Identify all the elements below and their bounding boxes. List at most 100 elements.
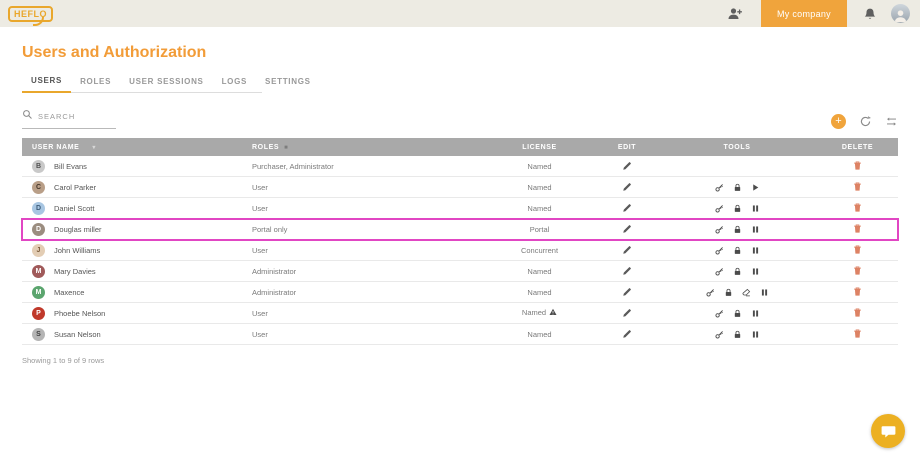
user-name: John Williams — [54, 246, 100, 255]
pause-icon[interactable] — [760, 288, 769, 297]
edit-pencil-icon[interactable] — [622, 327, 632, 342]
refresh-icon[interactable] — [859, 115, 872, 128]
delete-trash-icon[interactable] — [852, 201, 863, 216]
search-box — [22, 107, 116, 129]
tab-roles[interactable]: ROLES — [71, 72, 120, 92]
edit-pencil-icon[interactable] — [622, 306, 632, 321]
key-icon[interactable] — [715, 309, 724, 318]
user-license: Named — [482, 204, 597, 213]
tab-user-sessions[interactable]: USER SESSIONS — [120, 72, 212, 92]
user-license: Portal — [482, 225, 597, 234]
row-avatar: M — [32, 265, 45, 278]
tab-users[interactable]: USERS — [22, 72, 71, 93]
edit-pencil-icon[interactable] — [622, 180, 632, 195]
lock-icon[interactable] — [724, 288, 733, 297]
invite-user-icon[interactable] — [727, 6, 743, 22]
key-icon[interactable] — [715, 183, 724, 192]
delete-trash-icon[interactable] — [852, 285, 863, 300]
header-edit[interactable]: EDIT — [597, 144, 657, 151]
pause-icon[interactable] — [751, 225, 760, 234]
user-name: Douglas miller — [54, 225, 102, 234]
user-license: Named — [482, 288, 597, 297]
user-name: Phoebe Nelson — [54, 309, 105, 318]
user-roles: User — [252, 309, 482, 318]
table-row[interactable]: C Carol Parker User Named — [22, 177, 898, 198]
lock-icon[interactable] — [733, 225, 742, 234]
pause-icon[interactable] — [751, 204, 760, 213]
edit-pencil-icon[interactable] — [622, 243, 632, 258]
key-icon[interactable] — [715, 225, 724, 234]
header-roles[interactable]: ROLES■ — [252, 144, 482, 151]
lock-icon[interactable] — [733, 267, 742, 276]
delete-trash-icon[interactable] — [852, 243, 863, 258]
table-row[interactable]: D Douglas miller Portal only Portal — [22, 219, 898, 240]
toolbar: + — [22, 107, 898, 129]
pause-icon[interactable] — [751, 267, 760, 276]
lock-icon[interactable] — [733, 204, 742, 213]
row-avatar: C — [32, 181, 45, 194]
user-roles: Administrator — [252, 267, 482, 276]
key-icon[interactable] — [715, 246, 724, 255]
edit-pencil-icon[interactable] — [622, 222, 632, 237]
pause-icon[interactable] — [751, 330, 760, 339]
table-header-row: USER NAME▾ ROLES■ LICENSE EDIT TOOLS DEL… — [22, 138, 898, 156]
user-avatar[interactable] — [891, 4, 910, 23]
table-row[interactable]: S Susan Nelson User Named — [22, 324, 898, 345]
user-name: Mary Davies — [54, 267, 96, 276]
chat-widget-button[interactable] — [871, 414, 905, 448]
lock-icon[interactable] — [733, 246, 742, 255]
row-avatar: S — [32, 328, 45, 341]
header-tools[interactable]: TOOLS — [657, 144, 817, 151]
header-user-name[interactable]: USER NAME▾ — [22, 144, 252, 151]
header-license[interactable]: LICENSE — [482, 144, 597, 151]
table-row[interactable]: B Bill Evans Purchaser, Administrator Na… — [22, 156, 898, 177]
pause-icon[interactable] — [751, 246, 760, 255]
sort-toggle-icon[interactable] — [885, 115, 898, 128]
user-name: Bill Evans — [54, 162, 87, 171]
play-icon[interactable] — [751, 183, 760, 192]
table-row[interactable]: P Phoebe Nelson User Named — [22, 303, 898, 324]
delete-trash-icon[interactable] — [852, 327, 863, 342]
table-row[interactable]: M Maxence Administrator Named — [22, 282, 898, 303]
edit-pencil-icon[interactable] — [622, 201, 632, 216]
lock-icon[interactable] — [733, 183, 742, 192]
delete-trash-icon[interactable] — [852, 306, 863, 321]
eraser-icon[interactable] — [742, 288, 751, 297]
edit-pencil-icon[interactable] — [622, 285, 632, 300]
table-row[interactable]: D Daniel Scott User Named — [22, 198, 898, 219]
heflo-logo[interactable]: HEFLO — [8, 6, 53, 22]
row-avatar: M — [32, 286, 45, 299]
delete-trash-icon[interactable] — [852, 180, 863, 195]
tab-bar: USERS ROLES USER SESSIONS LOGS SETTINGS — [22, 72, 262, 93]
tab-settings[interactable]: SETTINGS — [256, 72, 320, 92]
edit-pencil-icon[interactable] — [622, 159, 632, 174]
table-row[interactable]: M Mary Davies Administrator Named — [22, 261, 898, 282]
license-warning-icon — [549, 309, 557, 318]
tab-logs[interactable]: LOGS — [213, 72, 256, 92]
edit-pencil-icon[interactable] — [622, 264, 632, 279]
key-icon[interactable] — [715, 267, 724, 276]
my-company-button[interactable]: My company — [761, 0, 847, 27]
user-name: Maxence — [54, 288, 84, 297]
lock-icon[interactable] — [733, 330, 742, 339]
delete-trash-icon[interactable] — [852, 159, 863, 174]
pause-icon[interactable] — [751, 309, 760, 318]
user-license: Named — [482, 183, 597, 192]
user-name: Carol Parker — [54, 183, 96, 192]
key-icon[interactable] — [715, 330, 724, 339]
user-roles: User — [252, 183, 482, 192]
add-user-button[interactable]: + — [831, 114, 846, 129]
key-icon[interactable] — [715, 204, 724, 213]
topbar: HEFLO My company — [0, 0, 920, 27]
table-row[interactable]: J John Williams User Concurrent — [22, 240, 898, 261]
notifications-bell-icon[interactable] — [863, 7, 877, 21]
users-table: USER NAME▾ ROLES■ LICENSE EDIT TOOLS DEL… — [22, 138, 898, 345]
delete-trash-icon[interactable] — [852, 264, 863, 279]
lock-icon[interactable] — [733, 309, 742, 318]
row-avatar: J — [32, 244, 45, 257]
search-input[interactable] — [38, 112, 114, 121]
header-delete[interactable]: DELETE — [817, 144, 898, 151]
delete-trash-icon[interactable] — [852, 222, 863, 237]
key-icon[interactable] — [706, 288, 715, 297]
user-roles: Purchaser, Administrator — [252, 162, 482, 171]
